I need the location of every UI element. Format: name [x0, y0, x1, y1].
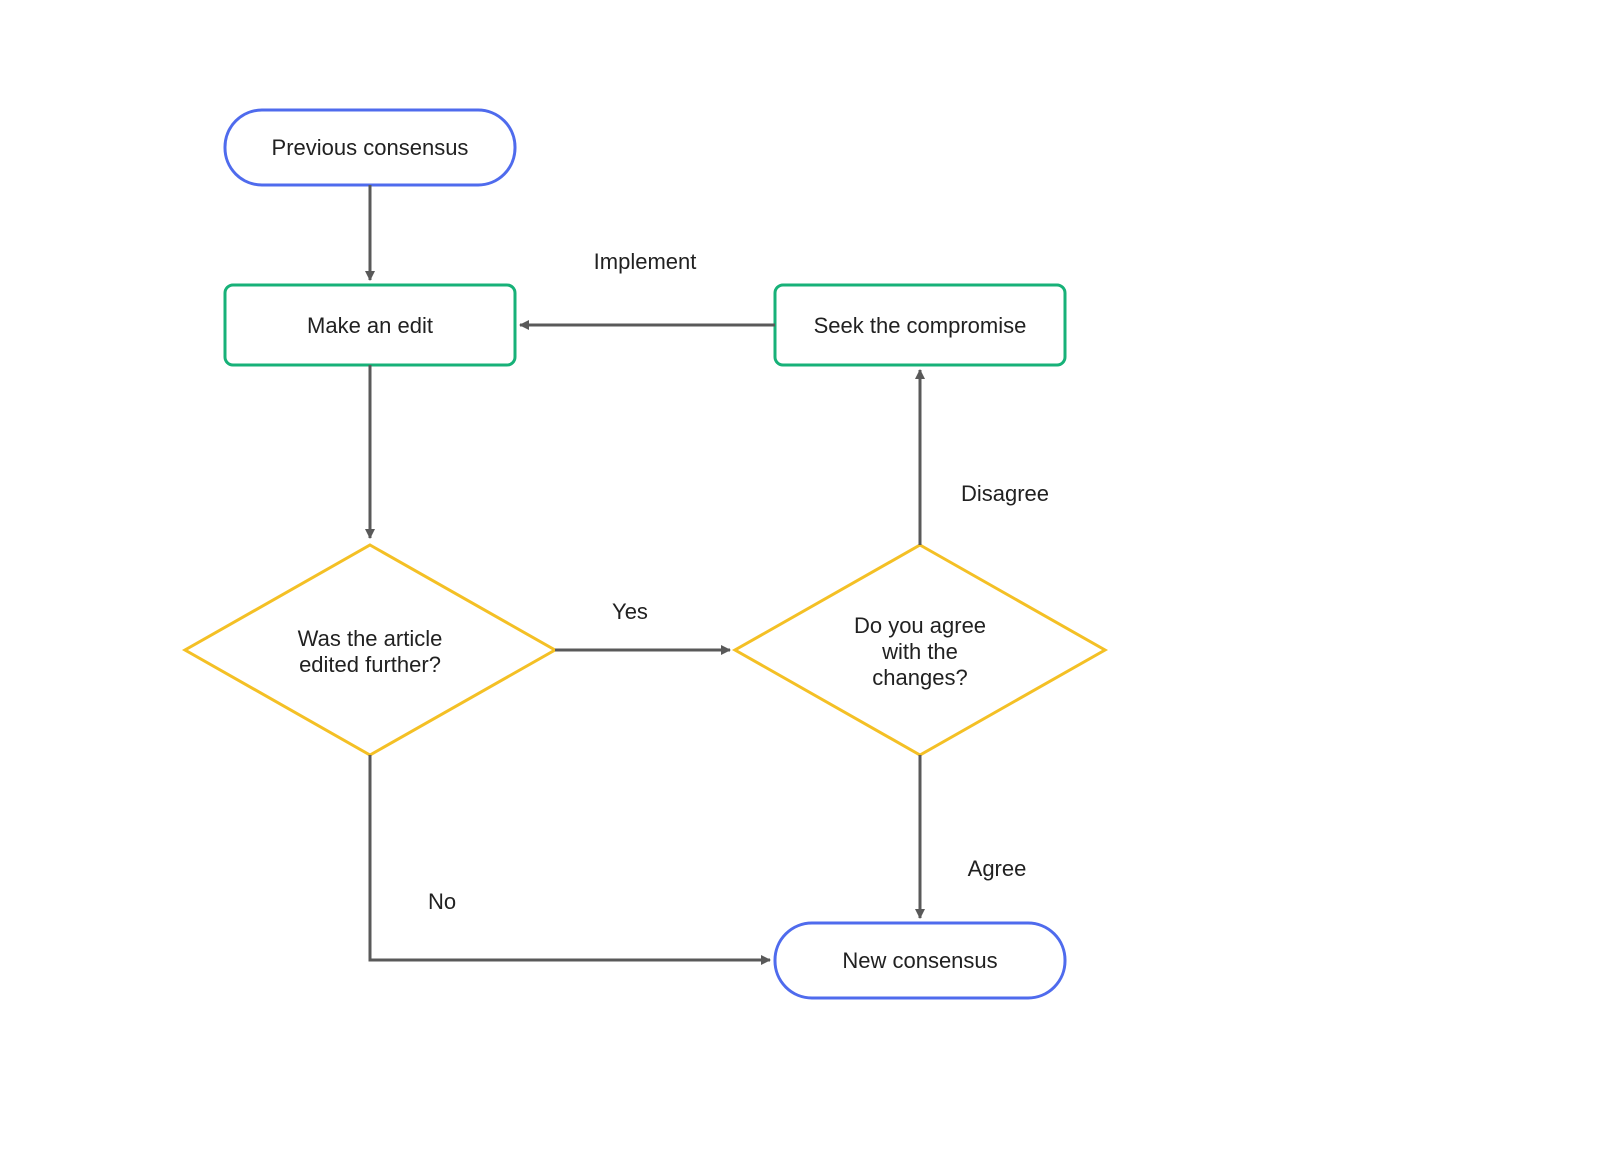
edge-agree: Agree: [920, 755, 1026, 918]
label-disagree: Disagree: [961, 481, 1049, 506]
label-new-consensus: New consensus: [842, 948, 997, 973]
edge-compromise-to-edit: Implement: [520, 249, 775, 325]
node-make-edit: Make an edit: [225, 285, 515, 365]
node-agree-changes: Do you agree with the changes?: [735, 545, 1105, 755]
node-was-edited: Was the article edited further?: [185, 545, 555, 755]
node-seek-compromise: Seek the compromise: [775, 285, 1065, 365]
flowchart-diagram: Previous consensus Make an edit Seek the…: [0, 0, 1624, 1160]
label-was-edited-line1: Was the article: [298, 626, 443, 651]
label-make-edit: Make an edit: [307, 313, 433, 338]
edge-no: No: [370, 755, 770, 960]
label-agree: Agree: [968, 856, 1027, 881]
label-implement: Implement: [594, 249, 697, 274]
label-yes: Yes: [612, 599, 648, 624]
edge-yes: Yes: [555, 599, 730, 650]
node-previous-consensus: Previous consensus: [225, 110, 515, 185]
edge-disagree: Disagree: [920, 370, 1049, 545]
node-new-consensus: New consensus: [775, 923, 1065, 998]
label-agree-line1: Do you agree: [854, 613, 986, 638]
label-agree-line3: changes?: [872, 665, 967, 690]
label-seek-compromise: Seek the compromise: [814, 313, 1027, 338]
label-was-edited-line2: edited further?: [299, 652, 441, 677]
label-previous-consensus: Previous consensus: [272, 135, 469, 160]
label-no: No: [428, 889, 456, 914]
label-agree-line2: with the: [881, 639, 958, 664]
